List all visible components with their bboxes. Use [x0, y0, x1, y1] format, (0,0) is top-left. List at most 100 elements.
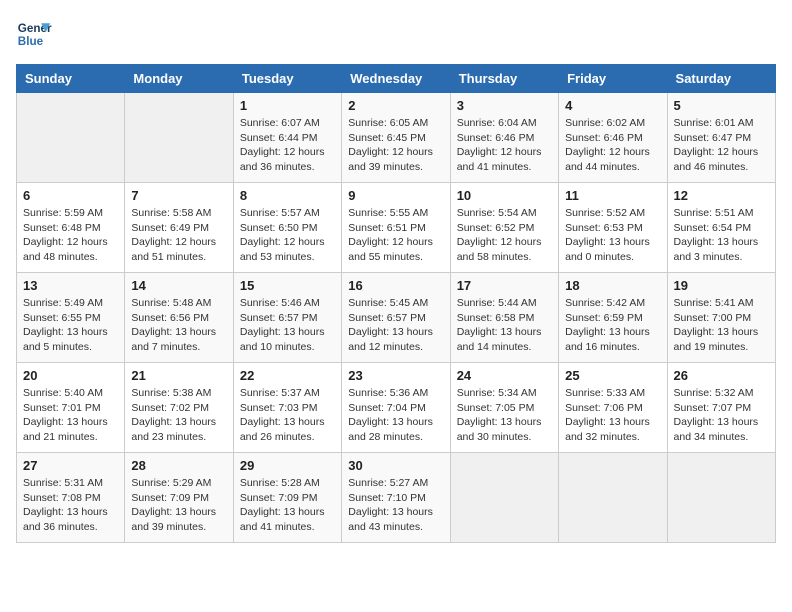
day-info: Sunrise: 5:45 AMSunset: 6:57 PMDaylight:…: [348, 296, 443, 355]
calendar-cell: 24 Sunrise: 5:34 AMSunset: 7:05 PMDayligh…: [450, 363, 558, 453]
calendar-cell: 8 Sunrise: 5:57 AMSunset: 6:50 PMDaylight…: [233, 183, 341, 273]
day-number: 3: [457, 98, 552, 113]
day-number: 27: [23, 458, 118, 473]
day-number: 7: [131, 188, 226, 203]
day-info: Sunrise: 5:28 AMSunset: 7:09 PMDaylight:…: [240, 476, 335, 535]
day-info: Sunrise: 5:32 AMSunset: 7:07 PMDaylight:…: [674, 386, 769, 445]
day-info: Sunrise: 5:29 AMSunset: 7:09 PMDaylight:…: [131, 476, 226, 535]
calendar-cell: 25 Sunrise: 5:33 AMSunset: 7:06 PMDayligh…: [559, 363, 667, 453]
day-number: 9: [348, 188, 443, 203]
weekday-header-wednesday: Wednesday: [342, 65, 450, 93]
day-info: Sunrise: 5:36 AMSunset: 7:04 PMDaylight:…: [348, 386, 443, 445]
calendar-header: SundayMondayTuesdayWednesdayThursdayFrid…: [17, 65, 776, 93]
day-info: Sunrise: 5:31 AMSunset: 7:08 PMDaylight:…: [23, 476, 118, 535]
weekday-header-tuesday: Tuesday: [233, 65, 341, 93]
weekday-header-saturday: Saturday: [667, 65, 775, 93]
day-info: Sunrise: 6:07 AMSunset: 6:44 PMDaylight:…: [240, 116, 335, 175]
calendar-cell: 9 Sunrise: 5:55 AMSunset: 6:51 PMDaylight…: [342, 183, 450, 273]
calendar-cell: [17, 93, 125, 183]
weekday-header-sunday: Sunday: [17, 65, 125, 93]
day-number: 28: [131, 458, 226, 473]
calendar-week-3: 13Sunrise: 5:49 AMSunset: 6:55 PMDayligh…: [17, 273, 776, 363]
day-number: 5: [674, 98, 769, 113]
day-info: Sunrise: 5:57 AMSunset: 6:50 PMDaylight:…: [240, 206, 335, 265]
calendar-week-1: 1 Sunrise: 6:07 AMSunset: 6:44 PMDaylight…: [17, 93, 776, 183]
day-number: 20: [23, 368, 118, 383]
calendar-cell: 5 Sunrise: 6:01 AMSunset: 6:47 PMDaylight…: [667, 93, 775, 183]
day-info: Sunrise: 5:46 AMSunset: 6:57 PMDaylight:…: [240, 296, 335, 355]
day-number: 8: [240, 188, 335, 203]
calendar-cell: 26 Sunrise: 5:32 AMSunset: 7:07 PMDayligh…: [667, 363, 775, 453]
calendar-cell: 4Sunrise: 6:02 AMSunset: 6:46 PMDaylight…: [559, 93, 667, 183]
calendar-cell: [667, 453, 775, 543]
calendar-cell: 23 Sunrise: 5:36 AMSunset: 7:04 PMDayligh…: [342, 363, 450, 453]
day-info: Sunrise: 5:41 AMSunset: 7:00 PMDaylight:…: [674, 296, 769, 355]
day-info: Sunrise: 5:54 AMSunset: 6:52 PMDaylight:…: [457, 206, 552, 265]
day-number: 29: [240, 458, 335, 473]
day-number: 2: [348, 98, 443, 113]
calendar-week-4: 20 Sunrise: 5:40 AMSunset: 7:01 PMDayligh…: [17, 363, 776, 453]
day-info: Sunrise: 5:37 AMSunset: 7:03 PMDaylight:…: [240, 386, 335, 445]
day-number: 25: [565, 368, 660, 383]
calendar-body: 1 Sunrise: 6:07 AMSunset: 6:44 PMDaylight…: [17, 93, 776, 543]
day-number: 23: [348, 368, 443, 383]
day-info: Sunrise: 5:51 AMSunset: 6:54 PMDaylight:…: [674, 206, 769, 265]
day-number: 4: [565, 98, 660, 113]
weekday-header-row: SundayMondayTuesdayWednesdayThursdayFrid…: [17, 65, 776, 93]
day-number: 14: [131, 278, 226, 293]
calendar-cell: 20 Sunrise: 5:40 AMSunset: 7:01 PMDayligh…: [17, 363, 125, 453]
day-number: 30: [348, 458, 443, 473]
calendar-cell: 19Sunrise: 5:41 AMSunset: 7:00 PMDayligh…: [667, 273, 775, 363]
header: General Blue: [16, 16, 776, 52]
day-number: 11: [565, 188, 660, 203]
day-info: Sunrise: 5:27 AMSunset: 7:10 PMDaylight:…: [348, 476, 443, 535]
calendar-cell: 1 Sunrise: 6:07 AMSunset: 6:44 PMDaylight…: [233, 93, 341, 183]
day-number: 1: [240, 98, 335, 113]
day-number: 24: [457, 368, 552, 383]
day-number: 12: [674, 188, 769, 203]
day-number: 22: [240, 368, 335, 383]
day-info: Sunrise: 5:34 AMSunset: 7:05 PMDaylight:…: [457, 386, 552, 445]
logo-icon: General Blue: [16, 16, 52, 52]
calendar-cell: 21Sunrise: 5:38 AMSunset: 7:02 PMDayligh…: [125, 363, 233, 453]
calendar-cell: 7Sunrise: 5:58 AMSunset: 6:49 PMDaylight…: [125, 183, 233, 273]
calendar-cell: 30 Sunrise: 5:27 AMSunset: 7:10 PMDayligh…: [342, 453, 450, 543]
svg-text:Blue: Blue: [18, 35, 44, 48]
calendar-cell: 10 Sunrise: 5:54 AMSunset: 6:52 PMDayligh…: [450, 183, 558, 273]
day-info: Sunrise: 5:40 AMSunset: 7:01 PMDaylight:…: [23, 386, 118, 445]
day-info: Sunrise: 5:48 AMSunset: 6:56 PMDaylight:…: [131, 296, 226, 355]
day-number: 26: [674, 368, 769, 383]
day-info: Sunrise: 6:05 AMSunset: 6:45 PMDaylight:…: [348, 116, 443, 175]
weekday-header-friday: Friday: [559, 65, 667, 93]
calendar-cell: 11 Sunrise: 5:52 AMSunset: 6:53 PMDayligh…: [559, 183, 667, 273]
day-info: Sunrise: 5:33 AMSunset: 7:06 PMDaylight:…: [565, 386, 660, 445]
day-number: 18: [565, 278, 660, 293]
day-info: Sunrise: 5:44 AMSunset: 6:58 PMDaylight:…: [457, 296, 552, 355]
calendar-cell: 3 Sunrise: 6:04 AMSunset: 6:46 PMDaylight…: [450, 93, 558, 183]
calendar-week-5: 27 Sunrise: 5:31 AMSunset: 7:08 PMDayligh…: [17, 453, 776, 543]
calendar-cell: [450, 453, 558, 543]
calendar-cell: 22 Sunrise: 5:37 AMSunset: 7:03 PMDayligh…: [233, 363, 341, 453]
day-info: Sunrise: 5:42 AMSunset: 6:59 PMDaylight:…: [565, 296, 660, 355]
day-info: Sunrise: 6:01 AMSunset: 6:47 PMDaylight:…: [674, 116, 769, 175]
calendar-table: SundayMondayTuesdayWednesdayThursdayFrid…: [16, 64, 776, 543]
day-info: Sunrise: 5:59 AMSunset: 6:48 PMDaylight:…: [23, 206, 118, 265]
weekday-header-monday: Monday: [125, 65, 233, 93]
calendar-cell: 12 Sunrise: 5:51 AMSunset: 6:54 PMDayligh…: [667, 183, 775, 273]
calendar-cell: 29 Sunrise: 5:28 AMSunset: 7:09 PMDayligh…: [233, 453, 341, 543]
calendar-cell: 28 Sunrise: 5:29 AMSunset: 7:09 PMDayligh…: [125, 453, 233, 543]
logo: General Blue: [16, 16, 56, 52]
calendar-cell: [125, 93, 233, 183]
day-info: Sunrise: 5:49 AMSunset: 6:55 PMDaylight:…: [23, 296, 118, 355]
day-number: 21: [131, 368, 226, 383]
day-number: 6: [23, 188, 118, 203]
calendar-week-2: 6 Sunrise: 5:59 AMSunset: 6:48 PMDaylight…: [17, 183, 776, 273]
calendar-cell: 27 Sunrise: 5:31 AMSunset: 7:08 PMDayligh…: [17, 453, 125, 543]
calendar-cell: [559, 453, 667, 543]
calendar-cell: 16Sunrise: 5:45 AMSunset: 6:57 PMDayligh…: [342, 273, 450, 363]
day-number: 10: [457, 188, 552, 203]
day-info: Sunrise: 5:52 AMSunset: 6:53 PMDaylight:…: [565, 206, 660, 265]
day-info: Sunrise: 6:04 AMSunset: 6:46 PMDaylight:…: [457, 116, 552, 175]
calendar-cell: 15Sunrise: 5:46 AMSunset: 6:57 PMDayligh…: [233, 273, 341, 363]
day-info: Sunrise: 5:55 AMSunset: 6:51 PMDaylight:…: [348, 206, 443, 265]
